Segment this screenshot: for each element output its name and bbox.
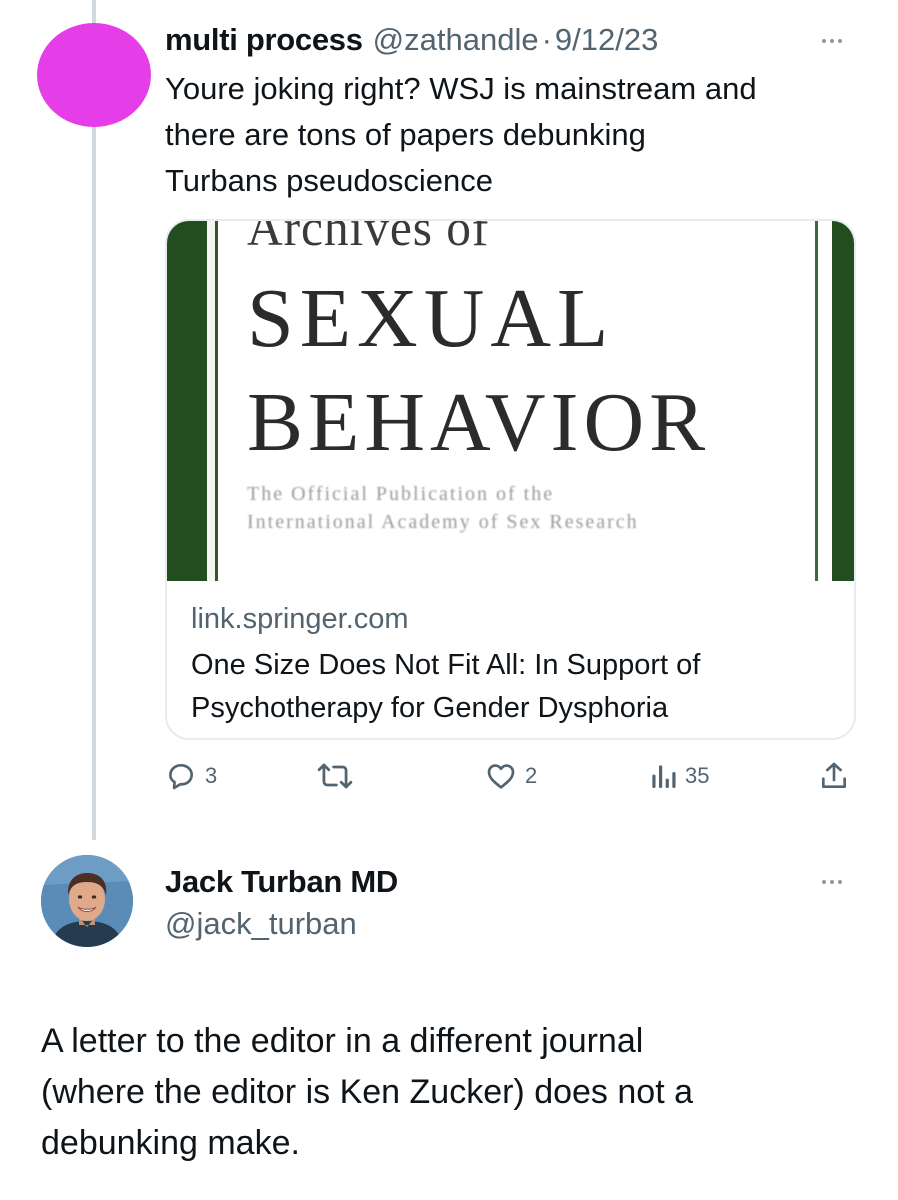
tweet-text: Youre joking right? WSJ is mainstream an… xyxy=(165,71,757,198)
journal-behavior-text: BEHAVIOR xyxy=(247,376,711,469)
heart-icon xyxy=(487,764,515,789)
more-icon xyxy=(822,880,826,884)
share-button[interactable] xyxy=(818,760,850,792)
journal-subtitle-2: International Academy of Sex Research xyxy=(247,511,639,533)
more-icon xyxy=(822,39,826,43)
more-options-button[interactable] xyxy=(822,880,842,884)
card-domain: link.springer.com xyxy=(191,603,409,635)
reply-icon xyxy=(169,764,193,790)
views-button[interactable]: 35 xyxy=(649,760,709,792)
author-name[interactable]: multi process xyxy=(165,22,363,58)
like-count: 2 xyxy=(525,763,538,788)
views-icon xyxy=(652,765,676,788)
tweet-date[interactable]: 9/12/23 xyxy=(555,22,658,58)
share-icon xyxy=(822,762,846,788)
journal-sexual-text: SEXUAL xyxy=(247,272,615,365)
avatar-multi-process[interactable] xyxy=(37,23,151,127)
link-card[interactable]: Archives of SEXUAL BEHAVIOR The Official… xyxy=(165,219,856,740)
header-separator: · xyxy=(541,22,552,57)
cover-frame-left xyxy=(167,221,207,581)
more-options-button[interactable] xyxy=(822,39,842,43)
avatar-jack-turban[interactable] xyxy=(41,855,133,947)
author-name[interactable]: Jack Turban MD xyxy=(165,864,398,900)
card-title: One Size Does Not Fit All: In Support of… xyxy=(191,649,701,724)
avatar-photo xyxy=(41,855,133,947)
tweet-text: A letter to the editor in a different jo… xyxy=(41,1022,693,1162)
reply-button[interactable]: 3 xyxy=(165,760,217,792)
tweet-action-bar: 3 2 35 xyxy=(165,760,855,796)
reply-count: 3 xyxy=(205,763,218,788)
journal-archives-text: Archives of xyxy=(247,221,490,257)
like-button[interactable]: 2 xyxy=(485,760,537,792)
retweet-icon xyxy=(317,763,353,789)
author-handle[interactable]: @zathandle xyxy=(373,22,539,58)
tweet-header: multi process @zathandle · 9/12/23 xyxy=(165,22,658,62)
card-image: Archives of SEXUAL BEHAVIOR The Official… xyxy=(167,221,854,581)
retweet-button[interactable] xyxy=(317,760,353,792)
author-handle[interactable]: @jack_turban xyxy=(165,906,357,942)
journal-subtitle-1: The Official Publication of the xyxy=(247,483,555,505)
views-count: 35 xyxy=(685,763,710,788)
cover-frame-right xyxy=(832,221,854,581)
